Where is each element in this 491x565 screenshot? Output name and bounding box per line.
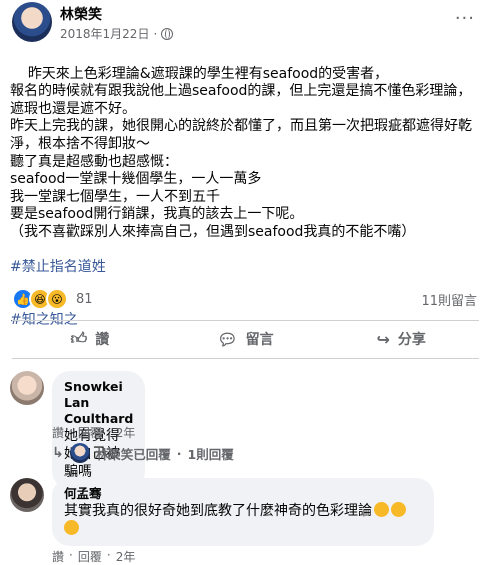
comment-bubble: 何孟骞 其實我真的很好奇她到底教了什麼神奇的色彩理論 <box>52 478 434 546</box>
comment-icon: 💬︎ <box>217 329 238 349</box>
laughing-emoji-icon <box>64 520 79 535</box>
author-avatar[interactable] <box>12 2 52 42</box>
commenter-name[interactable]: 何孟骞 <box>64 486 422 502</box>
post-body: 昨天來上色彩理論&遮瑕課的學生裡有seafood的受害者， 報名的時候就有跟我說… <box>10 48 480 365</box>
author-name[interactable]: 林榮笑 <box>60 4 102 24</box>
laughing-emoji-icon <box>391 502 406 517</box>
reply-author-avatar <box>69 443 90 463</box>
comment-2-actions: 讚 · 回覆 · 2年 <box>52 548 136 565</box>
commenter-avatar[interactable] <box>10 478 44 512</box>
author-replied-text: 林榮笑已回覆 <box>95 446 171 462</box>
reply-arrow-icon: ↳ <box>52 445 64 461</box>
globe-icon <box>161 27 174 40</box>
comment-like-link[interactable]: 讚 <box>52 424 64 441</box>
commenter-avatar[interactable] <box>10 371 44 405</box>
comment-count[interactable]: 11則留言 <box>421 290 477 309</box>
like-label: 讚 <box>95 332 110 348</box>
share-label: 分享 <box>397 332 426 348</box>
comment-1-actions: 讚 · 回覆 · 2年 <box>52 424 136 441</box>
post-text: 昨天來上色彩理論&遮瑕課的學生裡有seafood的受害者， 報名的時候就有跟我說… <box>10 65 472 240</box>
divider-bottom <box>12 358 479 359</box>
comment-text-content: 其實我真的很好奇她到底教了什麼神奇的色彩理論 <box>64 503 372 519</box>
comment-reply-link[interactable]: 回覆 <box>78 548 102 565</box>
share-icon: ↪ <box>376 329 390 349</box>
reaction-count[interactable]: 81 <box>76 292 93 307</box>
reaction-summary[interactable]: 👍 😆 😮 81 <box>12 288 93 310</box>
thumbs-up-icon: 👍︎ <box>70 329 88 348</box>
comment-time[interactable]: 2年 <box>116 548 136 565</box>
comment-button[interactable]: 💬︎ 留言 <box>168 323 324 355</box>
wow-reaction-icon: 😮 <box>46 288 68 310</box>
facebook-post: 林榮笑 2018年1月22日 · ··· 昨天來上色彩理論&遮瑕課的學生裡有se… <box>0 0 491 564</box>
commenter-name[interactable]: Snowkei Lan Coulthard <box>64 379 133 427</box>
reply-count: 1則回覆 <box>187 446 234 462</box>
action-bar: 👍︎ 讚 💬︎ 留言 ↪ 分享 <box>12 323 479 355</box>
divider-top <box>12 320 479 321</box>
view-replies[interactable]: ↳ 林榮笑已回覆 · 1則回覆 <box>52 443 234 463</box>
post-date[interactable]: 2018年1月22日 <box>60 25 149 42</box>
comment-label: 留言 <box>245 332 274 348</box>
like-button[interactable]: 👍︎ 讚 <box>12 323 168 355</box>
comment-text: 其實我真的很好奇她到底教了什麼神奇的色彩理論 <box>64 502 422 538</box>
comment-reply-link[interactable]: 回覆 <box>78 424 102 441</box>
laughing-emoji-icon <box>374 502 389 517</box>
more-options-icon[interactable]: ··· <box>455 8 475 29</box>
comment-time[interactable]: 2年 <box>116 424 136 441</box>
post-meta: 2018年1月22日 · <box>60 25 174 42</box>
hashtag-1[interactable]: #禁止指名道姓 <box>10 259 480 277</box>
comment-like-link[interactable]: 讚 <box>52 548 64 565</box>
meta-separator: · <box>153 26 158 41</box>
share-button[interactable]: ↪ 分享 <box>323 323 479 355</box>
